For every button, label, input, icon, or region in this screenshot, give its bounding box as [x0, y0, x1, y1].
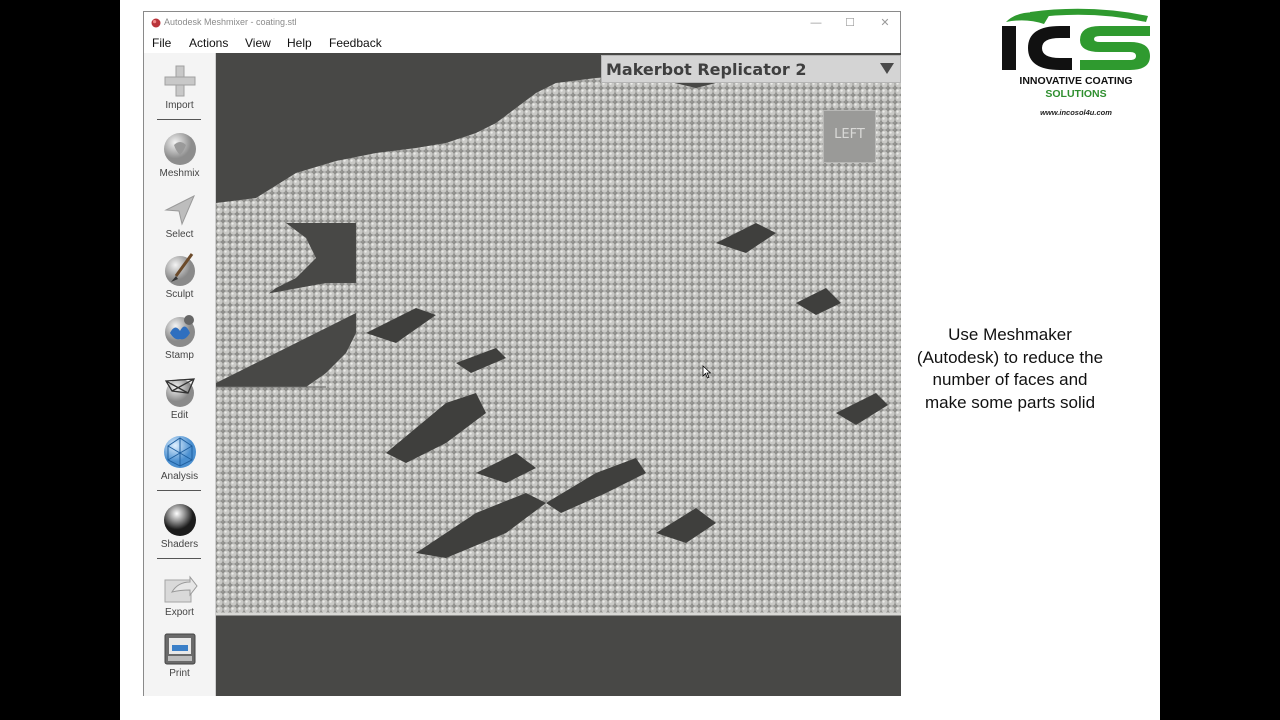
shaders-label: Shaders [160, 539, 199, 550]
sculpt-label: Sculpt [165, 289, 194, 300]
ics-logo: INNOVATIVE COATING SOLUTIONS www.incosol… [1000, 8, 1152, 120]
print-button[interactable]: Print [144, 631, 215, 679]
wireframe-sphere-icon [164, 378, 195, 407]
tool-sidebar: Import Meshmix Select Sculpt Stamp Edit … [144, 53, 216, 696]
menu-actions[interactable]: Actions [189, 36, 228, 50]
mouse-cursor-icon [702, 365, 712, 379]
analysis-label: Analysis [160, 471, 199, 482]
edit-label: Edit [170, 410, 189, 421]
import-label: Import [165, 100, 194, 111]
import-button[interactable]: Import [144, 63, 215, 111]
title-bar[interactable]: Autodesk Meshmixer - coating.stl — ☐ ✕ [144, 12, 900, 34]
close-button[interactable]: ✕ [875, 15, 895, 31]
menu-bar: File Actions View Help Feedback [144, 34, 900, 53]
chevron-down-icon[interactable] [880, 63, 894, 74]
slide-caption: Use Meshmaker (Autodesk) to reduce the n… [916, 325, 1104, 412]
meshmixer-app-icon [151, 18, 161, 28]
mesh-sphere-icon [163, 436, 196, 468]
sculpt-button[interactable]: Sculpt [144, 252, 215, 300]
toolbar-divider [157, 119, 201, 120]
select-button[interactable]: Select [144, 192, 215, 240]
printer-selector[interactable]: Makerbot Replicator 2 [601, 55, 901, 83]
plus-icon [164, 65, 195, 97]
export-button[interactable]: Export [144, 570, 215, 618]
meshmix-button[interactable]: Meshmix [144, 131, 215, 179]
logo-line1: INNOVATIVE COATING [1019, 75, 1133, 87]
meshmix-label: Meshmix [159, 168, 200, 179]
chrome-sphere-icon [163, 504, 196, 536]
print-label: Print [169, 668, 190, 679]
edit-button[interactable]: Edit [144, 373, 215, 421]
ics-logo-mark [1002, 8, 1150, 70]
printer-name: Makerbot Replicator 2 [606, 60, 807, 79]
view-cube[interactable]: LEFT [823, 110, 876, 163]
export-label: Export [165, 607, 194, 618]
brush-sphere-icon [164, 253, 195, 286]
export-icon [164, 575, 198, 603]
analysis-button[interactable]: Analysis [144, 434, 215, 482]
shaders-button[interactable]: Shaders [144, 502, 215, 550]
menu-file[interactable]: File [152, 36, 171, 50]
menu-view[interactable]: View [245, 36, 271, 50]
view-cube-label: LEFT [834, 127, 865, 142]
minimize-button[interactable]: — [806, 15, 826, 31]
stamp-sphere-icon [164, 315, 195, 347]
logo-url: www.incosol4u.com [1040, 108, 1112, 117]
window-title: Autodesk Meshmixer - coating.stl [164, 17, 297, 27]
maximize-button[interactable]: ☐ [840, 15, 860, 31]
stamp-button[interactable]: Stamp [144, 313, 215, 361]
mesh-model[interactable] [216, 53, 901, 696]
stamp-label: Stamp [165, 350, 194, 361]
logo-line2: SOLUTIONS [1045, 88, 1107, 100]
printer-icon [164, 633, 195, 665]
meshmixer-window: Autodesk Meshmixer - coating.stl — ☐ ✕ F… [143, 11, 901, 696]
toolbar-divider [157, 490, 201, 491]
3d-viewport[interactable]: Makerbot Replicator 2 LEFT [216, 53, 901, 696]
toolbar-divider [157, 558, 201, 559]
bunny-sphere-icon [163, 133, 196, 165]
menu-help[interactable]: Help [287, 36, 312, 50]
arrow-pointer-icon [163, 194, 195, 226]
select-label: Select [165, 229, 194, 240]
menu-feedback[interactable]: Feedback [329, 36, 382, 50]
